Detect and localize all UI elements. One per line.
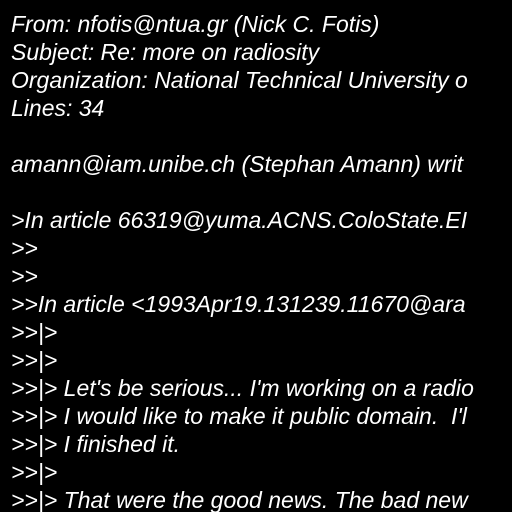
attribution-line: amann@iam.unibe.ch (Stephan Amann) writ — [11, 151, 464, 177]
quoted-line: >> — [11, 263, 38, 289]
quoted-line: >>|> Let's be serious... I'm working on … — [11, 375, 474, 401]
header-organization: Organization: National Technical Univers… — [11, 67, 468, 93]
email-message-view: From: nfotis@ntua.gr (Nick C. Fotis) Sub… — [0, 0, 512, 512]
quoted-line: >> — [11, 235, 38, 261]
header-subject: Subject: Re: more on radiosity — [11, 39, 320, 65]
quoted-line: >>|> That were the good news. The bad ne… — [11, 487, 468, 512]
header-lines: Lines: 34 — [11, 95, 105, 121]
header-from: From: nfotis@ntua.gr (Nick C. Fotis) — [11, 11, 380, 37]
quoted-line: >>|> — [11, 459, 58, 485]
quoted-line: >In article 66319@yuma.ACNS.ColoState.EI — [11, 207, 468, 233]
quoted-line: >>|> — [11, 319, 58, 345]
quoted-line: >>|> I finished it. — [11, 431, 180, 457]
quoted-line: >>|> I would like to make it public doma… — [11, 403, 467, 429]
quoted-line: >>In article <1993Apr19.131239.11670@ara — [11, 291, 466, 317]
quoted-line: >>|> — [11, 347, 58, 373]
